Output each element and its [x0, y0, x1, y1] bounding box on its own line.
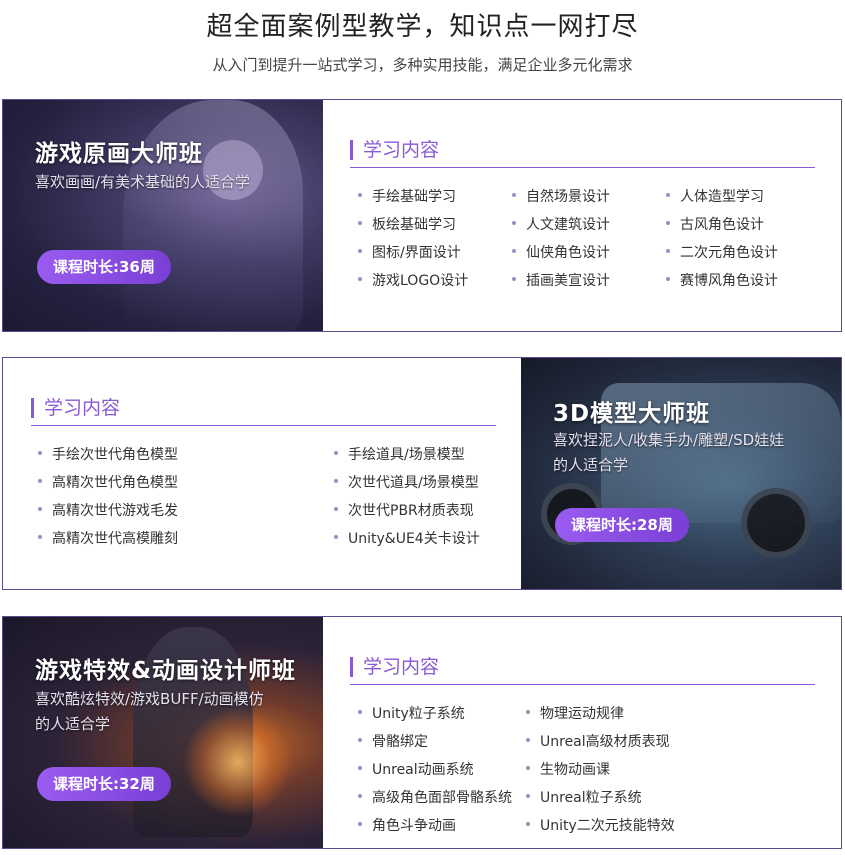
- course-card-concept-art: 游戏原画大师班 喜欢画画/有美术基础的人适合学 课程时长:36周 学习内容 手绘…: [2, 99, 842, 332]
- course-card-3d-modeling: 学习内容 手绘次世代角色模型 手绘道具/场景模型 高精次世代角色模型 次世代道具…: [2, 357, 842, 590]
- section-divider: [350, 167, 815, 168]
- topic-item: 自然场景设计: [512, 186, 610, 206]
- course-duration-badge[interactable]: 课程时长:36周: [37, 250, 171, 284]
- topic-item: Unity粒子系统: [358, 703, 465, 723]
- topic-item: 板绘基础学习: [358, 214, 456, 234]
- course-banner-image: 游戏原画大师班 喜欢画画/有美术基础的人适合学 课程时长:36周: [3, 100, 323, 331]
- course-content: 学习内容 手绘基础学习 自然场景设计 人体造型学习 板绘基础学习 人文建筑设计 …: [323, 100, 841, 331]
- topic-item: 物理运动规律: [526, 703, 624, 723]
- topic-item: Unity&UE4关卡设计: [334, 528, 480, 548]
- topic-item: Unreal动画系统: [358, 759, 474, 779]
- course-audience: 喜欢画画/有美术基础的人适合学: [35, 170, 250, 195]
- page-subtitle: 从入门到提升一站式学习，多种实用技能，满足企业多元化需求: [212, 56, 633, 74]
- course-audience-line: 喜欢画画/有美术基础的人适合学: [35, 173, 251, 191]
- course-audience: 喜欢捏泥人/收集手办/雕塑/SD娃娃 的人适合学: [553, 428, 784, 478]
- course-name: 游戏原画大师班: [35, 141, 203, 167]
- vehicle-wheel: [741, 488, 811, 558]
- topic-item: 游戏LOGO设计: [357, 270, 468, 290]
- course-audience: 喜欢酷炫特效/游戏BUFF/动画模仿 的人适合学: [35, 687, 264, 737]
- topic-item: 图标/界面设计: [358, 242, 461, 262]
- course-card-vfx-animation: 游戏特效&动画设计师班 喜欢酷炫特效/游戏BUFF/动画模仿 的人适合学 课程时…: [2, 616, 842, 849]
- topic-item: 插画美宣设计: [512, 270, 610, 290]
- topic-item: Unreal粒子系统: [526, 787, 642, 807]
- course-audience-line: 喜欢捏泥人/收集手办/雕塑/SD娃娃: [553, 431, 785, 449]
- topic-item: 高精次世代角色模型: [38, 472, 178, 492]
- course-banner-image: 3D模型大师班 喜欢捏泥人/收集手办/雕塑/SD娃娃 的人适合学 课程时长:28…: [521, 358, 841, 589]
- topic-item: Unreal高级材质表现: [526, 731, 670, 751]
- course-name: 游戏特效&动画设计师班: [35, 658, 297, 684]
- topic-item: 次世代PBR材质表现: [334, 500, 474, 520]
- topic-item: 人体造型学习: [666, 186, 764, 206]
- section-title: 学习内容: [350, 657, 439, 677]
- topic-item: 二次元角色设计: [666, 242, 778, 262]
- section-divider: [31, 425, 496, 426]
- topic-item: 赛博风角色设计: [666, 270, 778, 290]
- section-title: 学习内容: [31, 398, 120, 418]
- topic-item: Unity二次元技能特效: [526, 815, 675, 835]
- course-audience-line: 的人适合学: [35, 715, 111, 733]
- topic-item: 高精次世代高模雕刻: [38, 528, 178, 548]
- page-title: 超全面案例型教学，知识点一网打尽: [206, 12, 639, 42]
- topic-item: 手绘次世代角色模型: [38, 444, 178, 464]
- topic-item: 仙侠角色设计: [512, 242, 610, 262]
- course-content: 学习内容 Unity粒子系统 物理运动规律 骨骼绑定 Unreal高级材质表现 …: [323, 617, 841, 848]
- course-audience-line: 的人适合学: [553, 456, 629, 474]
- course-name: 3D模型大师班: [553, 401, 711, 427]
- topic-item: 骨骼绑定: [358, 731, 428, 751]
- section-divider: [350, 684, 815, 685]
- topic-item: 古风角色设计: [666, 214, 764, 234]
- topic-item: 手绘道具/场景模型: [334, 444, 465, 464]
- course-banner-image: 游戏特效&动画设计师班 喜欢酷炫特效/游戏BUFF/动画模仿 的人适合学 课程时…: [3, 617, 323, 848]
- topic-item: 手绘基础学习: [358, 186, 456, 206]
- course-duration-badge[interactable]: 课程时长:32周: [37, 767, 171, 801]
- topic-item: 次世代道具/场景模型: [334, 472, 479, 492]
- section-title: 学习内容: [350, 140, 439, 160]
- topic-item: 高精次世代游戏毛发: [38, 500, 178, 520]
- course-duration-badge[interactable]: 课程时长:28周: [555, 508, 689, 542]
- topic-item: 角色斗争动画: [358, 815, 456, 835]
- course-content: 学习内容 手绘次世代角色模型 手绘道具/场景模型 高精次世代角色模型 次世代道具…: [3, 358, 523, 589]
- topic-item: 人文建筑设计: [512, 214, 610, 234]
- topic-item: 生物动画课: [526, 759, 610, 779]
- topic-item: 高级角色面部骨骼系统: [358, 787, 512, 807]
- course-audience-line: 喜欢酷炫特效/游戏BUFF/动画模仿: [35, 690, 264, 708]
